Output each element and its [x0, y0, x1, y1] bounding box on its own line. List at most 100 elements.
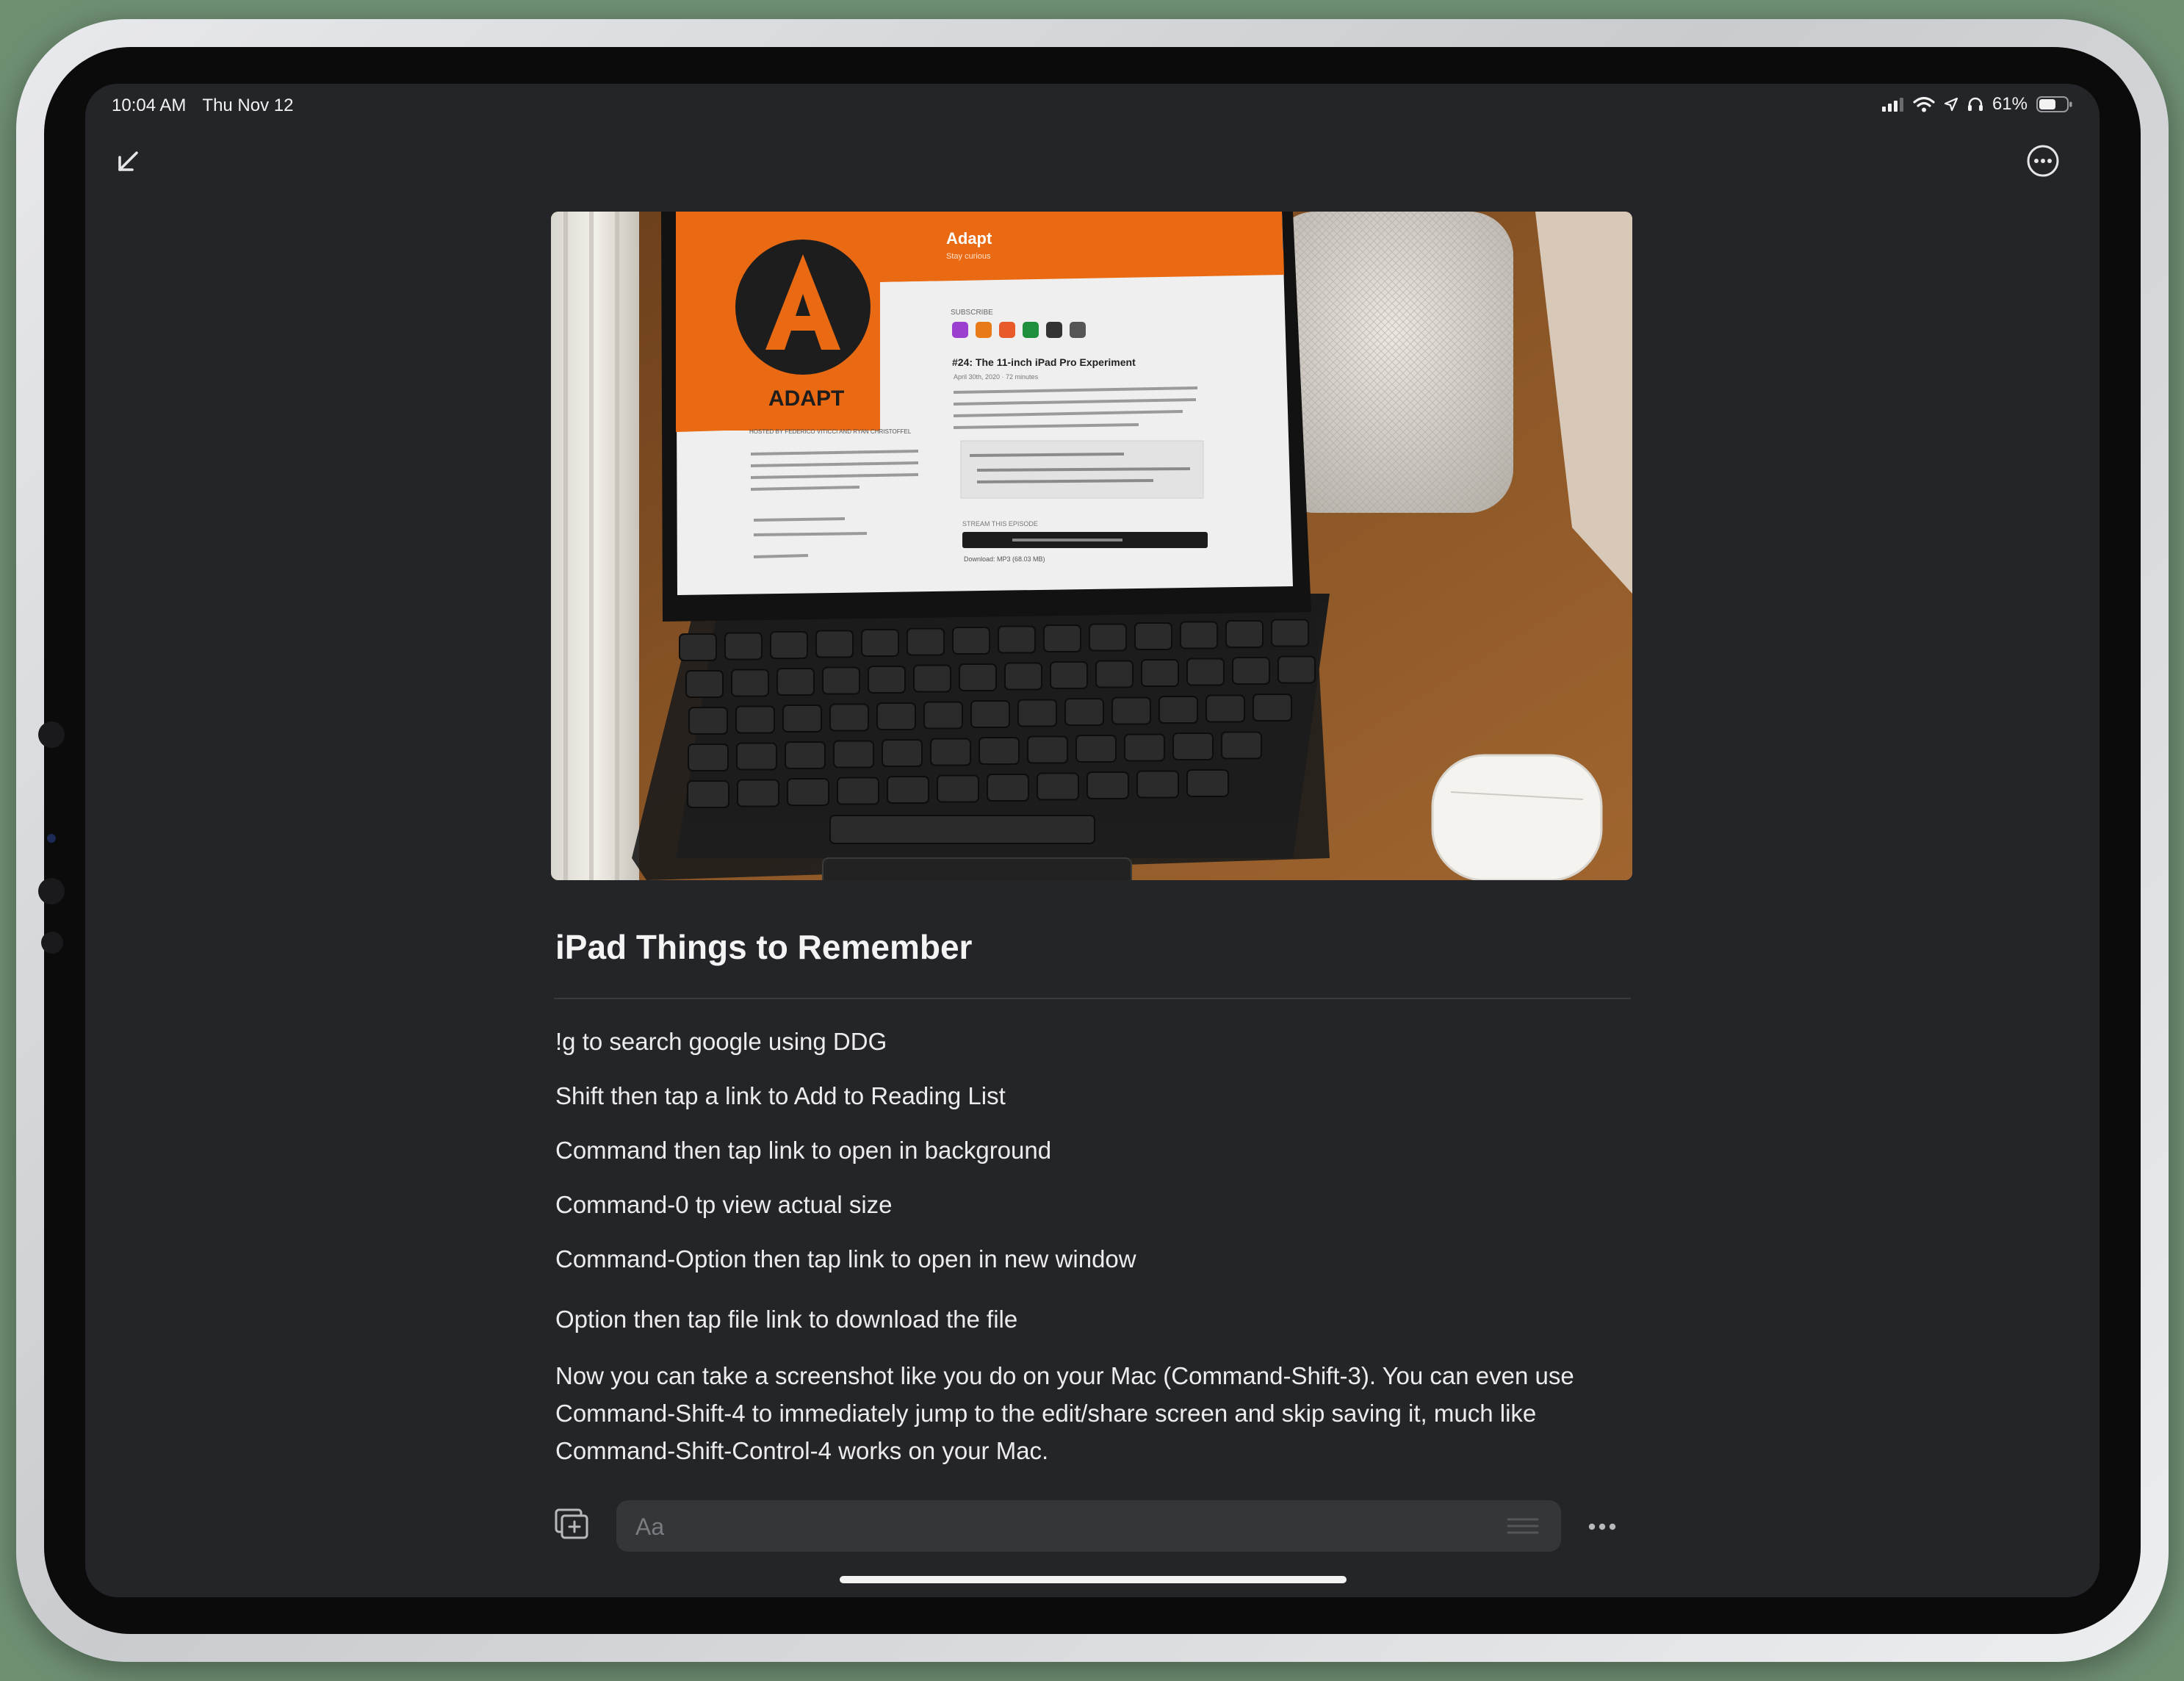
battery-icon: [2036, 96, 2073, 113]
photo-keyboard-key: [1136, 770, 1179, 799]
photo-keyboard-key: [787, 778, 829, 806]
cellular-icon: [1881, 97, 1904, 112]
note-line[interactable]: !g to search google using DDG: [555, 1028, 887, 1056]
location-icon: [1944, 97, 1958, 112]
photo-keyboard-key: [731, 669, 769, 697]
photo-keyboard-key: [1111, 696, 1151, 725]
camera-dot: [47, 834, 56, 843]
photo-keyboard-key: [979, 737, 1020, 765]
photo-keyboard-key: [815, 630, 854, 658]
status-date: Thu Nov 12: [202, 96, 294, 115]
photo-keyboard-key: [1141, 659, 1179, 687]
photo-keyboard-key: [1186, 658, 1225, 686]
photo-keyboard-key: [1037, 772, 1079, 801]
photo-keyboard-key: [776, 668, 815, 696]
note-title[interactable]: iPad Things to Remember: [555, 927, 972, 967]
photo-keyboard-key: [1180, 621, 1218, 649]
note-line[interactable]: Shift then tap a link to Add to Reading …: [555, 1082, 1006, 1110]
photo-keyboard-key: [833, 740, 874, 768]
sensor-dot: [38, 721, 65, 748]
sensor-dot: [38, 878, 65, 904]
photo-keyboard-key: [1017, 699, 1057, 727]
photo-keyboard-key: [970, 700, 1010, 728]
photo-keyboard-key: [1253, 694, 1292, 721]
ellipsis-icon[interactable]: [1584, 1512, 1621, 1541]
ellipsis-circle-icon[interactable]: [2025, 143, 2061, 179]
hero-download-label: Download: MP3 (68.03 MB): [964, 555, 1045, 563]
photo-keyboard-key: [930, 738, 971, 766]
photo-keyboard-key: [1158, 696, 1198, 724]
photo-keyboard-key: [1271, 619, 1309, 647]
photo-keyboard-key: [1004, 662, 1042, 691]
photo-keyboard-key: [1027, 735, 1068, 764]
photo-keyboard-key: [1172, 732, 1214, 760]
photo-keyboard-key: [1075, 735, 1117, 763]
photo-keyboard-key: [1186, 769, 1229, 797]
photo-keyboard-key: [770, 631, 808, 659]
block-input-field[interactable]: Aa: [616, 1500, 1561, 1552]
photo-keyboard-key: [829, 703, 869, 732]
photo-keyboard-key: [887, 776, 929, 804]
photo-keyboard-key: [913, 664, 951, 693]
photo-keyboard-key: [1134, 622, 1172, 650]
hero-stream-label: STREAM THIS EPISODE: [962, 520, 1038, 528]
photo-keyboard-key: [937, 774, 979, 803]
hero-app-tagline: Stay curious: [946, 252, 991, 261]
hero-photo-svg: ADAPT Adapt Stay curious SUBSCRIBE #24: …: [551, 212, 1632, 880]
photo-keyboard-key: [987, 774, 1029, 802]
text-format-icon[interactable]: [1507, 1516, 1539, 1539]
photo-keyboard-spacebar: [829, 815, 1095, 844]
note-line[interactable]: Option then tap file link to download th…: [555, 1306, 1017, 1333]
photo-keyboard-key: [837, 777, 879, 805]
photo-keyboard-key: [959, 663, 997, 691]
photo-keyboard-key: [1221, 731, 1262, 760]
photo-keyboard-key: [882, 739, 923, 767]
photo-keyboard-key: [1064, 698, 1104, 726]
photo-keyboard-key: [688, 744, 729, 771]
wifi-icon: [1913, 96, 1935, 112]
status-bar: 10:04 AM Thu Nov 12 61%: [85, 84, 2100, 128]
photo-keyboard-key: [1086, 771, 1129, 799]
photo-keyboard-key: [998, 625, 1036, 654]
photo-keyboard-key: [1089, 623, 1127, 652]
photo-keyboard-key: [876, 702, 916, 730]
note-hero-photo: ADAPT Adapt Stay curious SUBSCRIBE #24: …: [551, 212, 1632, 880]
input-placeholder: Aa: [635, 1513, 665, 1540]
battery-percent: 61%: [1992, 94, 2028, 114]
photo-keyboard-key: [868, 666, 906, 694]
photo-keyboard-key: [1050, 661, 1088, 689]
photo-keyboard-key: [1225, 620, 1264, 648]
photo-keyboard-key: [923, 701, 963, 730]
photo-keyboard-key: [736, 742, 777, 771]
hero-subscribe-label: SUBSCRIBE: [951, 309, 993, 317]
note-line[interactable]: Command-Option then tap link to open in …: [555, 1245, 1136, 1273]
photo-keyboard-key: [952, 627, 990, 655]
hero-hosted-by: HOSTED BY FEDERICO VITICCI AND RYAN CHRI…: [749, 428, 912, 435]
photo-keyboard-key: [735, 705, 775, 734]
hero-episode-meta: April 30th, 2020 · 72 minutes: [954, 373, 1039, 381]
photo-keyboard-key: [822, 666, 860, 695]
hero-logo-text: ADAPT: [768, 386, 844, 411]
hero-episode-title: #24: The 11-inch iPad Pro Experiment: [952, 356, 1136, 368]
app-screen: 10:04 AM Thu Nov 12 61% ADAPT Adapt Stay…: [85, 84, 2100, 1597]
photo-keyboard-key: [1205, 694, 1245, 723]
add-block-icon[interactable]: [552, 1505, 592, 1544]
photo-keyboard-key: [1043, 624, 1081, 652]
photo-keyboard-key: [724, 632, 763, 660]
note-line[interactable]: Command then tap link to open in backgro…: [555, 1137, 1051, 1165]
photo-keyboard-key: [1124, 733, 1165, 762]
headphones-icon: [1967, 97, 1983, 112]
home-indicator[interactable]: [840, 1576, 1347, 1583]
photo-keyboard-key: [782, 705, 822, 732]
photo-keyboard-key: [907, 627, 945, 656]
arrow-down-left-icon[interactable]: [112, 145, 144, 178]
photo-keyboard-key: [687, 780, 729, 808]
photo-keyboard-key: [861, 629, 899, 657]
note-paragraph[interactable]: Now you can take a screenshot like you d…: [555, 1357, 1599, 1469]
hero-app-name: Adapt: [946, 229, 992, 248]
photo-keyboard-key: [785, 741, 826, 769]
photo-keyboard-key: [688, 707, 728, 735]
status-time: 10:04 AM: [112, 96, 187, 115]
photo-keyboard-key: [1232, 657, 1270, 685]
note-line[interactable]: Command-0 tp view actual size: [555, 1191, 893, 1219]
